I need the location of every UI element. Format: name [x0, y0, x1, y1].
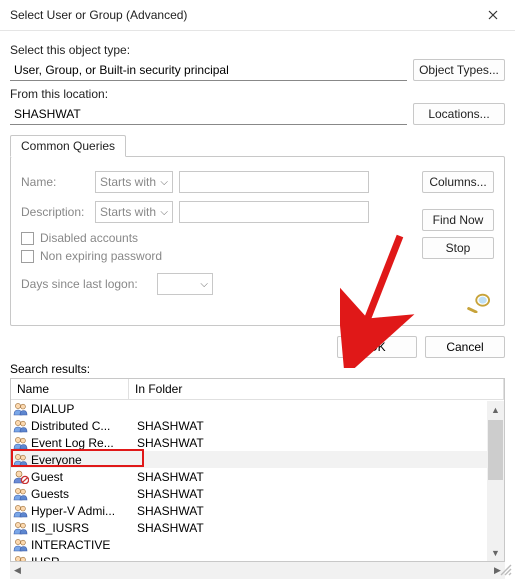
- group-icon: [11, 555, 31, 563]
- ok-button[interactable]: OK: [337, 336, 417, 358]
- disabled-accounts-checkbox[interactable]: [21, 232, 34, 245]
- col-folder[interactable]: In Folder: [129, 379, 504, 399]
- close-icon: [488, 10, 498, 20]
- description-match-value: Starts with: [100, 205, 156, 219]
- non-expiring-checkbox[interactable]: [21, 250, 34, 263]
- row-folder: SHASHWAT: [133, 436, 504, 450]
- group-icon: [11, 538, 31, 552]
- non-expiring-label: Non expiring password: [40, 249, 162, 263]
- days-since-label: Days since last logon:: [21, 277, 151, 291]
- name-match-combo[interactable]: Starts with ⌵: [95, 171, 173, 193]
- table-row[interactable]: GuestSHASHWAT: [11, 468, 504, 485]
- location-field[interactable]: SHASHWAT: [10, 104, 407, 125]
- chevron-down-icon: ⌵: [160, 207, 168, 218]
- row-name: Guest: [31, 470, 133, 484]
- row-name: Guests: [31, 487, 133, 501]
- group-icon: [11, 402, 31, 416]
- scroll-down-icon[interactable]: ▼: [488, 544, 503, 561]
- cancel-button[interactable]: Cancel: [425, 336, 505, 358]
- row-name: DIALUP: [31, 402, 133, 416]
- row-name: Distributed C...: [31, 419, 133, 433]
- scroll-left-icon[interactable]: ◀: [10, 562, 25, 579]
- tabs: Common Queries Name: Starts with ⌵ Descr…: [10, 135, 505, 326]
- query-area: Name: Starts with ⌵ Description: Starts …: [21, 171, 412, 313]
- table-row[interactable]: Event Log Re...SHASHWAT: [11, 434, 504, 451]
- description-match-combo[interactable]: Starts with ⌵: [95, 201, 173, 223]
- table-row[interactable]: GuestsSHASHWAT: [11, 485, 504, 502]
- group-icon: [11, 453, 31, 467]
- table-row[interactable]: INTERACTIVE: [11, 536, 504, 553]
- user-disabled-icon: [11, 470, 31, 484]
- group-icon: [11, 521, 31, 535]
- table-row[interactable]: DIALUP: [11, 400, 504, 417]
- object-type-label: Select this object type:: [10, 43, 505, 57]
- table-row[interactable]: IUSR: [11, 553, 504, 562]
- tab-common-queries[interactable]: Common Queries: [10, 135, 126, 157]
- titlebar: Select User or Group (Advanced): [0, 0, 515, 31]
- group-icon: [11, 504, 31, 518]
- scroll-up-icon[interactable]: ▲: [488, 401, 503, 418]
- row-name: IIS_IUSRS: [31, 521, 133, 535]
- window-title: Select User or Group (Advanced): [10, 8, 187, 22]
- grid-header: Name In Folder: [11, 379, 504, 400]
- search-icon: [464, 291, 494, 313]
- name-label: Name:: [21, 175, 89, 189]
- find-now-button[interactable]: Find Now: [422, 209, 494, 231]
- row-folder: SHASHWAT: [133, 521, 504, 535]
- vertical-scrollbar[interactable]: ▲ ▼: [487, 401, 504, 561]
- description-label: Description:: [21, 205, 89, 219]
- row-name: Everyone: [31, 453, 133, 467]
- object-types-button[interactable]: Object Types...: [413, 59, 505, 81]
- columns-button[interactable]: Columns...: [422, 171, 494, 193]
- row-name: Event Log Re...: [31, 436, 133, 450]
- row-folder: SHASHWAT: [133, 487, 504, 501]
- table-row[interactable]: Hyper-V Admi...SHASHWAT: [11, 502, 504, 519]
- group-icon: [11, 436, 31, 450]
- row-folder: SHASHWAT: [133, 419, 504, 433]
- search-results-label: Search results:: [0, 362, 515, 378]
- row-name: IUSR: [31, 555, 133, 563]
- table-row[interactable]: Distributed C...SHASHWAT: [11, 417, 504, 434]
- dialog-body: Select this object type: User, Group, or…: [0, 31, 515, 330]
- dialog-buttons: OK Cancel: [0, 330, 515, 362]
- from-location-label: From this location:: [10, 87, 505, 101]
- table-row[interactable]: IIS_IUSRSSHASHWAT: [11, 519, 504, 536]
- disabled-accounts-label: Disabled accounts: [40, 231, 138, 245]
- chevron-down-icon: ⌵: [160, 177, 168, 188]
- locations-button[interactable]: Locations...: [413, 103, 505, 125]
- col-name[interactable]: Name: [11, 379, 129, 399]
- name-text-input[interactable]: [179, 171, 369, 193]
- name-match-value: Starts with: [100, 175, 156, 189]
- row-folder: SHASHWAT: [133, 470, 504, 484]
- row-name: INTERACTIVE: [31, 538, 133, 552]
- horizontal-scrollbar[interactable]: ◀ ▶: [10, 562, 505, 579]
- query-buttons: Columns... Find Now Stop: [422, 171, 494, 313]
- grid-body: DIALUPDistributed C...SHASHWATEvent Log …: [11, 400, 504, 562]
- stop-button[interactable]: Stop: [422, 237, 494, 259]
- group-icon: [11, 487, 31, 501]
- object-type-field[interactable]: User, Group, or Built-in security princi…: [10, 60, 407, 81]
- group-icon: [11, 419, 31, 433]
- row-folder: SHASHWAT: [133, 504, 504, 518]
- row-name: Hyper-V Admi...: [31, 504, 133, 518]
- scroll-thumb[interactable]: [488, 420, 503, 480]
- description-text-input[interactable]: [179, 201, 369, 223]
- chevron-down-icon: ⌵: [200, 279, 208, 290]
- close-button[interactable]: [479, 4, 507, 26]
- resize-grip-icon[interactable]: [499, 563, 513, 577]
- results-grid[interactable]: Name In Folder DIALUPDistributed C...SHA…: [10, 378, 505, 562]
- tab-panel: Name: Starts with ⌵ Description: Starts …: [10, 156, 505, 326]
- table-row[interactable]: Everyone: [11, 451, 504, 468]
- days-since-combo[interactable]: ⌵: [157, 273, 213, 295]
